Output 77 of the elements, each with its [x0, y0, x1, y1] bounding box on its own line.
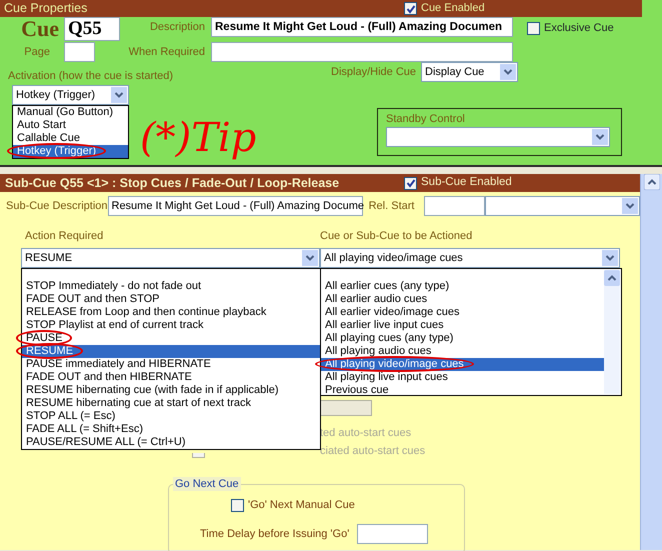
when-required-label: When Required: [128, 45, 206, 60]
page-label: Page: [23, 45, 51, 60]
dropdown-option[interactable]: RELEASE from Loop and then continue playback: [22, 306, 320, 319]
dropdown-option[interactable]: STOP Immediately - do not fade out: [22, 280, 320, 293]
checkbox[interactable]: [404, 2, 417, 15]
rel-start-field[interactable]: [424, 196, 486, 216]
dropdown-option[interactable]: STOP Playlist at end of current track: [22, 319, 320, 332]
dropdown-option[interactable]: PAUSE: [22, 332, 320, 345]
dropdown-field[interactable]: Display Cue: [421, 62, 518, 82]
chevron-down-icon: [592, 129, 608, 145]
when-required-field[interactable]: [211, 42, 513, 62]
activation-dropdown[interactable]: Hotkey (Trigger): [12, 85, 129, 105]
checkbox[interactable]: [231, 498, 244, 512]
cue-number-field[interactable]: Q55: [64, 17, 120, 41]
sub-cue-description-label: Sub-Cue Description: [5, 199, 108, 214]
chevron-down-icon: [302, 250, 318, 266]
action-required-label: Action Required: [25, 229, 104, 244]
panel-title: Cue Properties: [3, 0, 88, 18]
highlight-ellipse: [16, 343, 84, 359]
rel-start-label: Rel. Start: [368, 199, 416, 214]
description-label: Description: [148, 20, 206, 35]
dropdown-option[interactable]: RESUME hibernating cue at start of next track: [22, 397, 320, 410]
standby-control-label: Standby Control: [386, 112, 466, 127]
command-button[interactable]: [321, 400, 372, 416]
cue-label: Cue: [20, 17, 60, 41]
dropdown-option[interactable]: Previous cue: [321, 384, 604, 397]
dropdown-option[interactable]: PAUSE/RESUME ALL (= Ctrl+U): [22, 436, 320, 449]
checkbox[interactable]: [527, 22, 540, 35]
dropdown-option[interactable]: All earlier video/image cues: [321, 306, 604, 319]
chevron-down-icon: [500, 64, 516, 80]
checkbox-label: Sub-Cue Enabled: [421, 175, 512, 190]
dropdown-option[interactable]: Manual (Go Button): [13, 106, 128, 119]
dropdown-option[interactable]: RESUME: [22, 345, 320, 358]
checkbox-label: Exclusive Cue: [544, 21, 614, 36]
chevron-up-icon: [644, 174, 660, 190]
target-dropdown[interactable]: All playing video/image cues: [320, 248, 620, 268]
dropdown-option[interactable]: All earlier audio cues: [321, 293, 604, 306]
checkbox[interactable]: [192, 453, 205, 458]
scrollbar[interactable]: [604, 270, 620, 394]
dropdown-option[interactable]: RESUME hibernating cue (with fade in if applicable): [22, 384, 320, 397]
sub-cue-description-field[interactable]: Resume It Might Get Loud - (Full) Amazing Docume: [108, 196, 363, 216]
chevron-down-icon: [602, 250, 618, 266]
chevron-down-icon: [622, 198, 638, 214]
chevron-up-icon: [604, 270, 620, 286]
checkbox-label: Cue Enabled: [421, 1, 485, 16]
dropdown-option[interactable]: FADE OUT and then HIBERNATE: [22, 371, 320, 384]
activation-label: Activation (how the cue is started): [7, 69, 174, 83]
option-label: ted auto-start cues: [320, 426, 412, 440]
dropdown-option[interactable]: PAUSE immediately and HIBERNATE: [22, 358, 320, 371]
option-label: ciated auto-start cues: [320, 444, 426, 458]
handwritten-annotation: (*)Tip: [140, 114, 256, 163]
dropdown-option[interactable]: Callable Cue: [13, 132, 128, 145]
dropdown-option[interactable]: FADE ALL (= Shift+Esc): [22, 423, 320, 436]
rel-start-dropdown[interactable]: [485, 196, 640, 216]
group-legend: Go Next Cue: [173, 477, 241, 491]
page-field[interactable]: [64, 42, 95, 62]
dropdown-option[interactable]: FADE OUT and then STOP: [22, 293, 320, 306]
dropdown-option[interactable]: All earlier live input cues: [321, 319, 604, 332]
scrollbar[interactable]: [640, 174, 662, 550]
dropdown-option[interactable]: All playing cues (any type): [321, 332, 604, 345]
chevron-down-icon: [111, 87, 127, 103]
action-dropdown[interactable]: RESUME: [21, 248, 320, 268]
dropdown-option[interactable]: STOP ALL (= Esc): [22, 410, 320, 423]
dropdown-option[interactable]: All playing live input cues: [321, 371, 604, 384]
dropdown-option[interactable]: Auto Start: [13, 119, 128, 132]
checkbox-label: 'Go' Next Manual Cue: [248, 498, 355, 513]
cue-to-action-label: Cue or Sub-Cue to be Actioned: [320, 229, 472, 244]
time-delay-label: Time Delay before Issuing 'Go': [200, 527, 350, 542]
display-hide-label: Display/Hide Cue: [331, 65, 417, 80]
description-field[interactable]: Resume It Might Get Loud - (Full) Amazing Documen: [211, 17, 513, 37]
sub-cue-title: Sub-Cue Q55 <1> : Stop Cues / Fade-Out / Loop-Release: [4, 174, 340, 192]
dropdown-option[interactable]: All playing audio cues: [321, 345, 604, 358]
checkbox[interactable]: [404, 176, 417, 190]
highlight-ellipse: [16, 330, 72, 346]
time-delay-field[interactable]: [357, 524, 428, 544]
dropdown-option[interactable]: All earlier cues (any type): [321, 280, 604, 293]
standby-dropdown[interactable]: [386, 127, 610, 147]
